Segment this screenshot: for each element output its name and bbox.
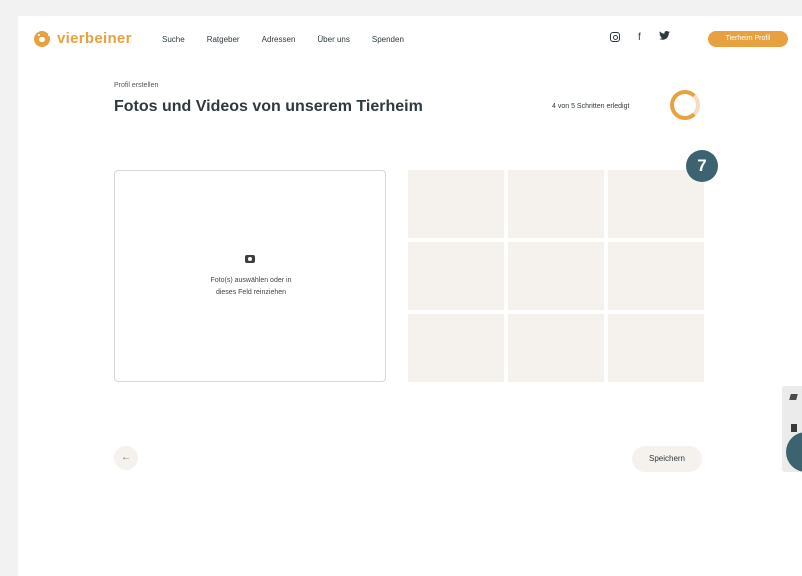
photo-slot[interactable]	[408, 242, 504, 310]
nav-item-spenden[interactable]: Spenden	[372, 35, 404, 44]
instagram-icon[interactable]	[610, 32, 620, 42]
nav-item-suche[interactable]: Suche	[162, 35, 185, 44]
paw-logo-icon	[34, 30, 50, 47]
social-links: f	[610, 31, 688, 43]
progress-ring	[670, 90, 700, 120]
upload-text-line1: Foto(s) auswählen oder in	[210, 277, 292, 284]
page-title: Fotos und Videos von unserem Tierheim	[114, 98, 423, 115]
upload-text-line2: dieses Feld reinziehen	[215, 289, 287, 296]
photo-slot[interactable]	[608, 242, 704, 310]
photo-slot[interactable]	[508, 170, 604, 238]
photo-slot[interactable]	[408, 170, 504, 238]
breadcrumb: Profil erstellen	[114, 82, 159, 89]
camera-icon	[245, 255, 255, 263]
photo-slot[interactable]	[608, 314, 704, 382]
photo-slot[interactable]	[408, 314, 504, 382]
step-badge: 7	[686, 150, 718, 182]
photo-slot[interactable]	[608, 170, 704, 238]
twitter-icon[interactable]	[658, 31, 670, 43]
nav-item-ratgeber[interactable]: Ratgeber	[207, 35, 240, 44]
photo-grid	[408, 170, 704, 382]
page: vierbeiner Suche Ratgeber Adressen Über …	[0, 0, 802, 576]
main-card: vierbeiner Suche Ratgeber Adressen Über …	[18, 16, 802, 576]
nav-item-ueber-uns[interactable]: Über uns	[317, 35, 349, 44]
photo-slot[interactable]	[508, 242, 604, 310]
save-button[interactable]: Speichern	[632, 446, 702, 472]
info-icon[interactable]	[791, 424, 797, 432]
logo-text: vierbeiner	[57, 30, 132, 47]
back-arrow-button[interactable]: ←	[114, 446, 138, 470]
progress-text: 4 von 5 Schritten erledigt	[552, 103, 630, 110]
nav-item-adressen[interactable]: Adressen	[262, 35, 296, 44]
upload-instructions: Foto(s) auswählen oder in dieses Feld re…	[165, 275, 337, 299]
pencil-icon[interactable]	[789, 394, 798, 400]
facebook-icon[interactable]: f	[638, 32, 641, 43]
photo-upload-dropzone[interactable]: Foto(s) auswählen oder in dieses Feld re…	[114, 170, 386, 382]
photo-slot[interactable]	[508, 314, 604, 382]
logo[interactable]: vierbeiner	[34, 30, 132, 47]
tierheim-profil-button[interactable]: Tierheim Profil	[708, 31, 788, 47]
main-nav: Suche Ratgeber Adressen Über uns Spenden	[162, 35, 426, 44]
